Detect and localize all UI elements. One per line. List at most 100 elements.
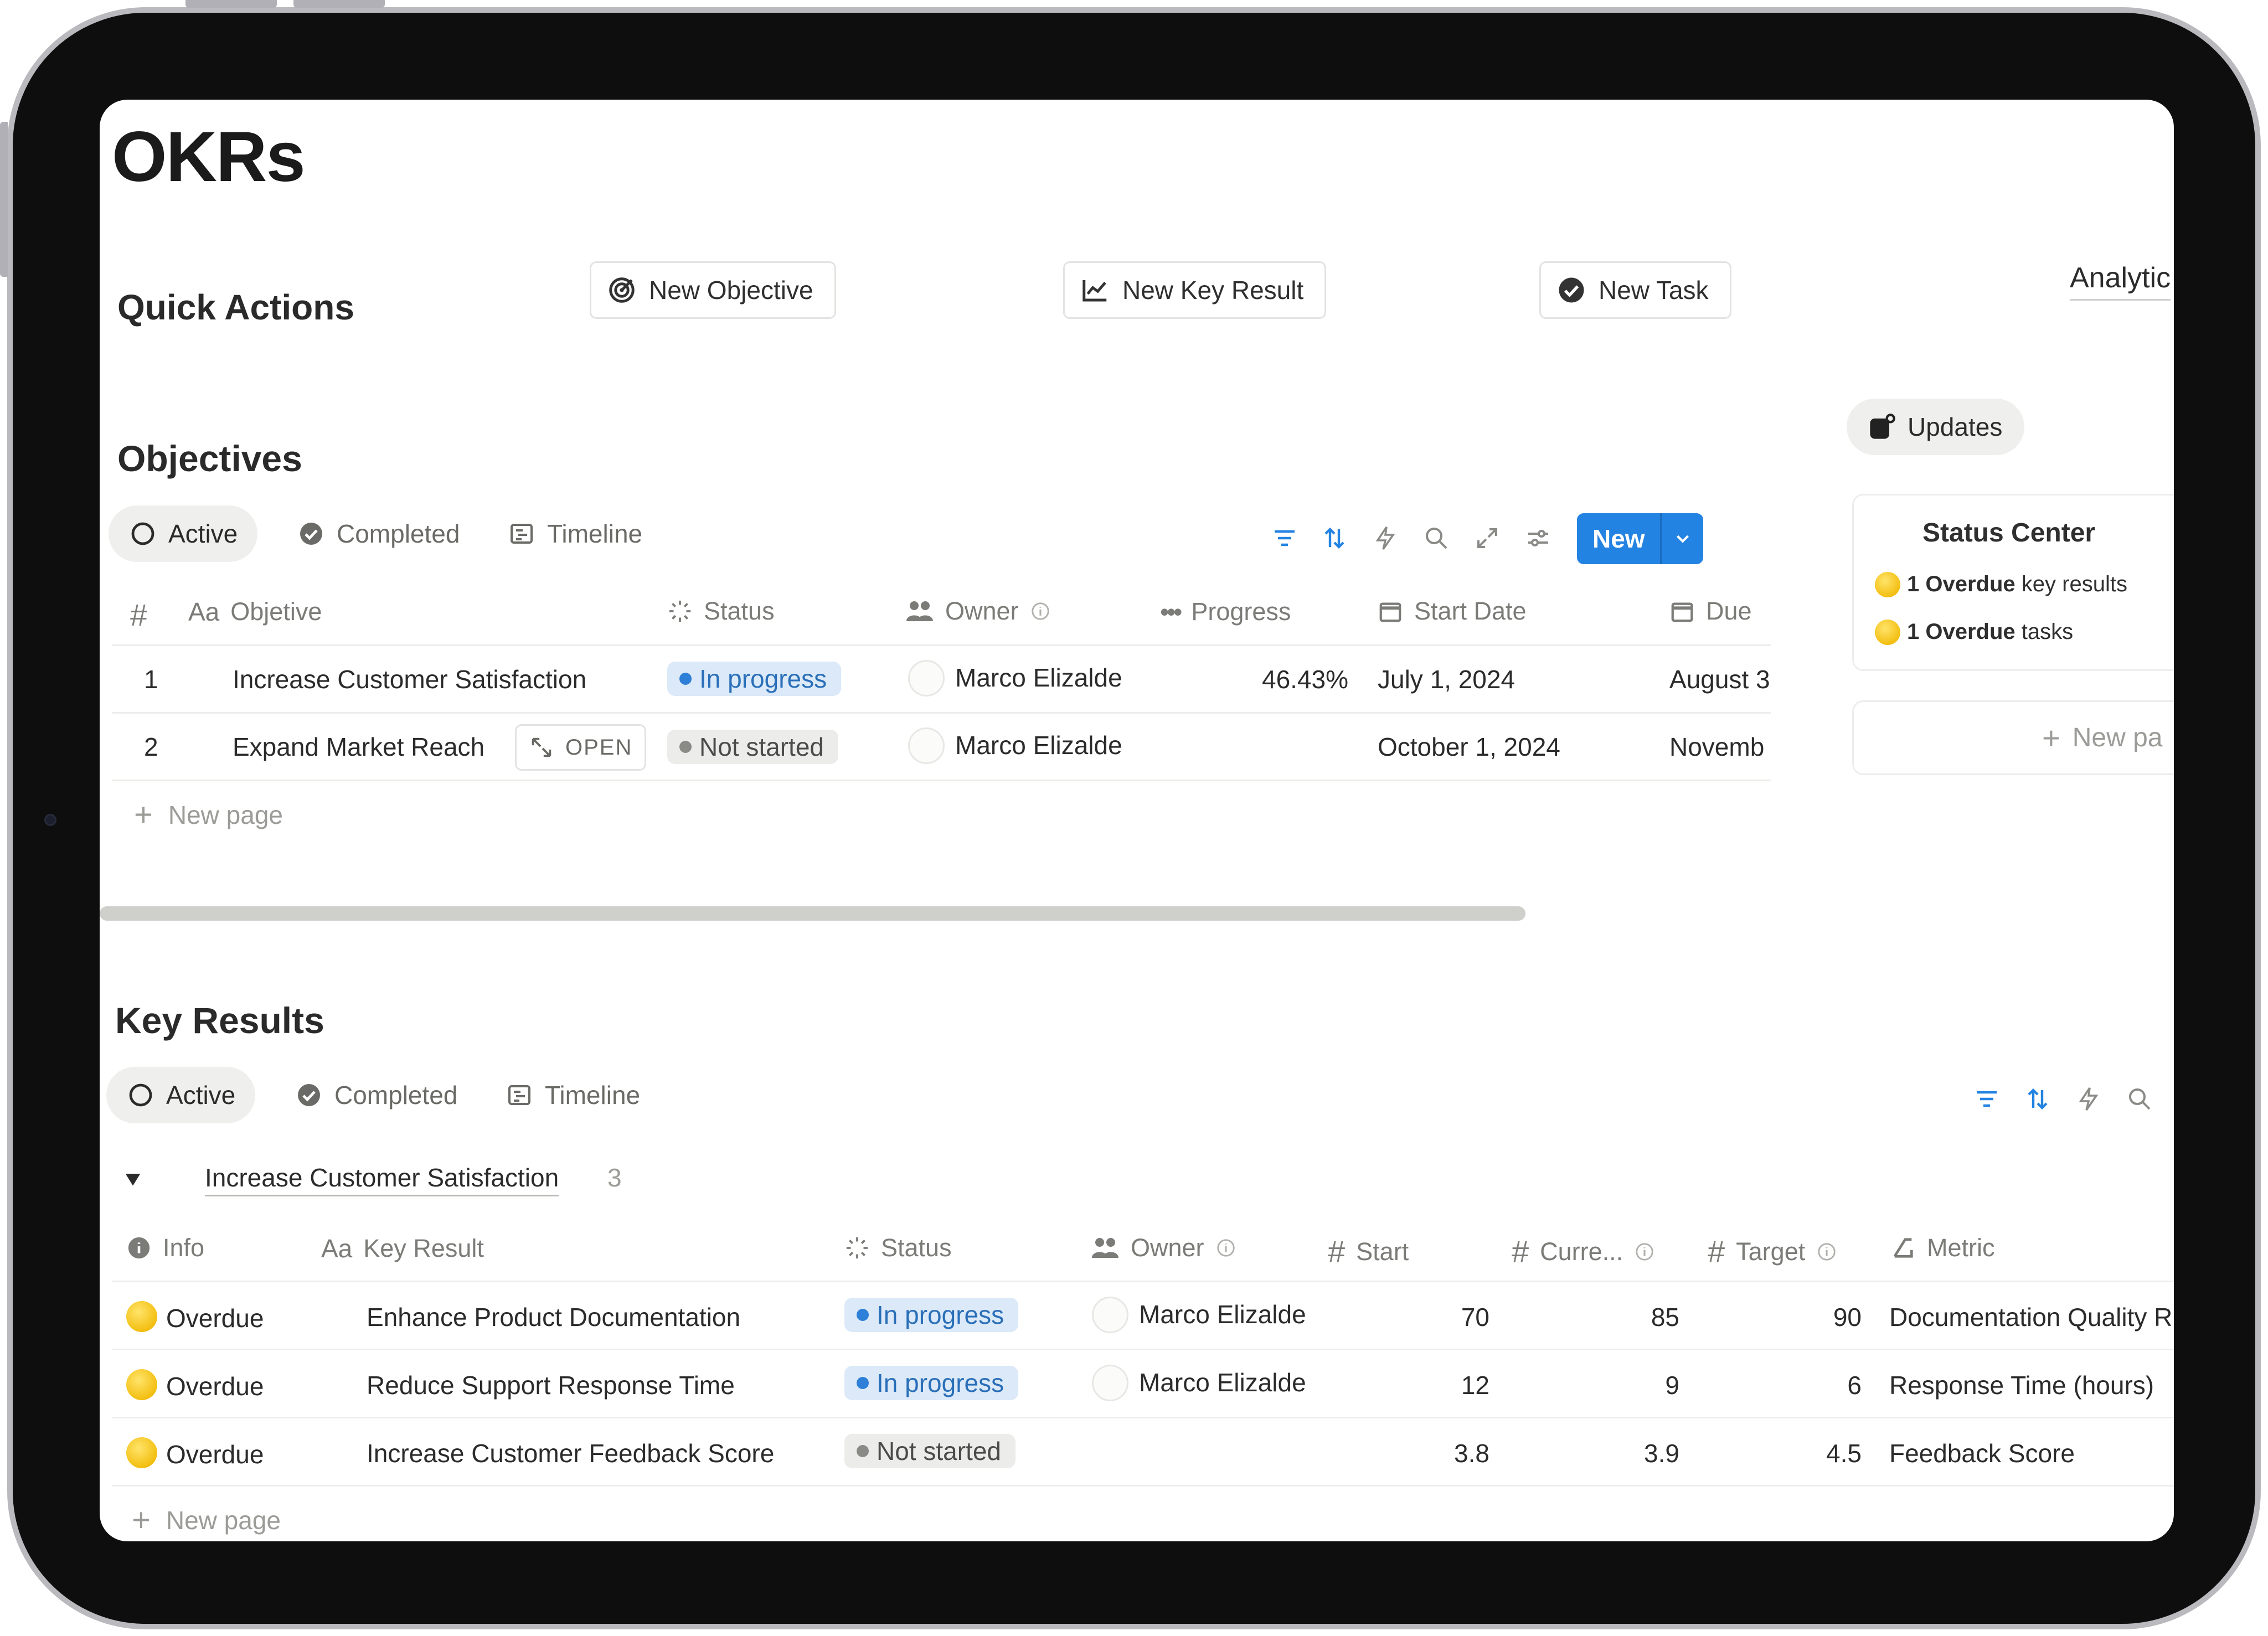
metric-value: Documentation Quality R [1889, 1303, 2173, 1331]
tab-timeline-label: Timeline [547, 519, 643, 548]
number-column-header[interactable]: # [130, 597, 147, 633]
new-objective-button[interactable]: New Objective [590, 261, 836, 319]
row-divider [112, 1417, 2174, 1418]
new-key-result-label: New Key Result [1122, 276, 1304, 305]
open-page-button[interactable]: OPEN [515, 724, 647, 771]
row-divider [112, 1485, 2174, 1487]
objectives-new-page-button[interactable]: + New page [134, 796, 283, 833]
search-icon[interactable] [1420, 522, 1453, 555]
due-column-header[interactable]: Due [1669, 597, 1752, 626]
owner-name[interactable]: Marco Elizalde [955, 730, 1122, 760]
sort-icon[interactable] [2021, 1082, 2054, 1116]
start-value: 70 [1461, 1303, 1489, 1331]
current-value: 9 [1665, 1371, 1679, 1400]
sort-icon[interactable] [1318, 522, 1351, 555]
status-dot-icon [679, 673, 692, 685]
expand-icon[interactable] [1471, 522, 1504, 555]
tab-active[interactable]: Active [106, 1067, 256, 1123]
status-column-header[interactable]: Status [667, 597, 775, 626]
tab-completed[interactable]: Completed [277, 505, 480, 562]
updates-label: Updates [1908, 412, 2003, 441]
timeline-icon [508, 1085, 530, 1105]
status-badge[interactable]: Not started [667, 730, 838, 764]
number-type-icon: # [1512, 1234, 1529, 1269]
metric-column-header[interactable]: Metric [1890, 1234, 1995, 1262]
overdue-sun-icon [126, 1437, 157, 1468]
settings-sliders-icon[interactable] [1522, 522, 1555, 555]
owner-column-header[interactable]: Owner [1091, 1234, 1236, 1262]
chevron-down-icon[interactable] [1662, 528, 1703, 549]
tab-timeline-label: Timeline [545, 1081, 641, 1109]
owner-column-header[interactable]: Owner [905, 597, 1051, 626]
owner-name[interactable]: Marco Elizalde [955, 663, 1122, 693]
key-results-new-page-button[interactable]: + New page [132, 1501, 281, 1539]
info-value: Overdue [166, 1304, 264, 1333]
check-circle-icon [300, 523, 322, 545]
filter-icon[interactable] [1970, 1082, 2003, 1116]
tab-completed[interactable]: Completed [275, 1067, 477, 1123]
objective-name[interactable]: Increase Customer Satisfaction [233, 664, 586, 694]
check-circle-icon [298, 1084, 320, 1106]
info-value: Overdue [166, 1440, 264, 1469]
group-name[interactable]: Increase Customer Satisfaction [205, 1163, 559, 1196]
avatar [1092, 1365, 1128, 1401]
lightning-icon[interactable] [2072, 1082, 2105, 1116]
status-center-item: 1 Overdue key results [1907, 572, 2127, 596]
new-task-button[interactable]: New Task [1539, 261, 1731, 319]
status-badge-label: In progress [699, 664, 827, 693]
status-badge[interactable]: In progress [667, 662, 842, 696]
updates-button[interactable]: Updates [1847, 399, 2025, 455]
row-divider [112, 712, 1771, 714]
due-date: August 3 [1669, 665, 1770, 694]
new-objective-db-button[interactable]: New [1577, 513, 1703, 564]
start-date: July 1, 2024 [1378, 665, 1516, 694]
objective-column-header[interactable]: Aa Objetive [188, 597, 322, 627]
tab-timeline[interactable]: Timeline [485, 1067, 660, 1123]
key-result-name[interactable]: Enhance Product Documentation [367, 1302, 740, 1332]
info-icon [1217, 1239, 1235, 1257]
status-column-header[interactable]: Status [844, 1234, 952, 1262]
owner-column-label: Owner [1131, 1234, 1204, 1262]
progress-column-header[interactable]: ••• Progress [1160, 597, 1291, 627]
objective-column-label: Objetive [230, 597, 322, 626]
tab-active[interactable]: Active [109, 505, 258, 562]
tab-timeline[interactable]: Timeline [487, 505, 662, 562]
filter-icon[interactable] [1268, 522, 1301, 555]
target-value: 4.5 [1826, 1439, 1862, 1468]
status-badge-label: Not started [877, 1437, 1001, 1465]
status-badge[interactable]: Not started [844, 1434, 1016, 1468]
status-badge[interactable]: In progress [844, 1366, 1019, 1400]
key-result-name[interactable]: Reduce Support Response Time [367, 1370, 735, 1400]
lightning-icon[interactable] [1369, 522, 1402, 555]
start-date-column-header[interactable]: Start Date [1378, 597, 1527, 626]
volume-button [293, 0, 385, 8]
current-column-header[interactable]: # Curre... [1512, 1234, 1655, 1269]
new-key-result-button[interactable]: New Key Result [1063, 261, 1327, 319]
tab-active-label: Active [166, 1081, 236, 1109]
new-page-card[interactable]: + New pa [1852, 700, 2174, 775]
owner-name[interactable]: Marco Elizalde [1139, 1367, 1306, 1397]
progress-value: 46.43% [1261, 665, 1348, 694]
target-column-header[interactable]: # Target [1708, 1234, 1837, 1269]
info-column-header[interactable]: Info [126, 1234, 204, 1262]
analytics-tab[interactable]: Analytic [2070, 261, 2171, 301]
open-label: OPEN [565, 735, 633, 760]
status-column-label: Status [881, 1234, 952, 1262]
plus-icon: + [132, 1502, 151, 1538]
search-icon[interactable] [2123, 1082, 2156, 1116]
key-result-column-header[interactable]: Aa Key Result [321, 1234, 484, 1263]
owner-name[interactable]: Marco Elizalde [1139, 1299, 1306, 1329]
tab-completed-label: Completed [334, 1081, 458, 1109]
objective-name[interactable]: Expand Market Reach [233, 732, 484, 762]
new-page-label: New page [168, 800, 284, 829]
key-result-name[interactable]: Increase Customer Feedback Score [367, 1438, 774, 1468]
people-icon [1092, 1238, 1118, 1258]
overdue-sun-icon [126, 1369, 157, 1400]
start-column-header[interactable]: # Start [1328, 1234, 1409, 1269]
start-value: 3.8 [1454, 1439, 1489, 1468]
status-badge[interactable]: In progress [844, 1298, 1019, 1332]
collapse-triangle-icon[interactable] [122, 1168, 144, 1193]
horizontal-scrollbar[interactable] [100, 906, 1525, 921]
status-dot-icon [857, 1309, 869, 1321]
info-value: Overdue [166, 1372, 264, 1401]
